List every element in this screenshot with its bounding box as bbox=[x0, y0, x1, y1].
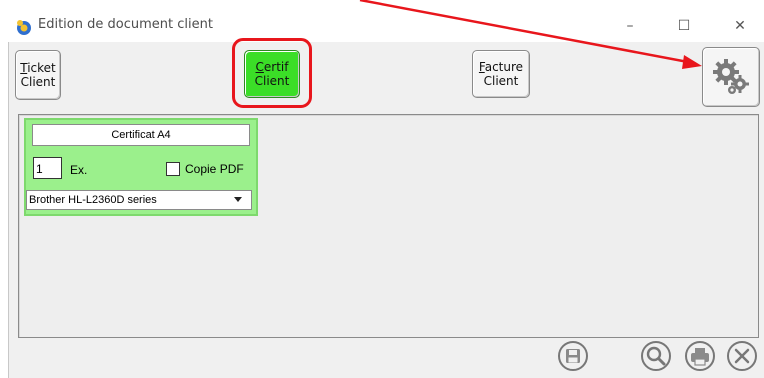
minimize-button[interactable]: – bbox=[616, 14, 644, 38]
ticket-label-line1: Ticket bbox=[20, 61, 56, 75]
copies-input[interactable]: 1 bbox=[33, 157, 62, 179]
ticket-label-line2: Client bbox=[20, 75, 56, 89]
facture-client-button[interactable]: Facture Client bbox=[472, 50, 530, 98]
close-icon: ✕ bbox=[734, 18, 746, 34]
print-button[interactable] bbox=[684, 340, 716, 372]
close-circle-button[interactable] bbox=[726, 340, 758, 372]
document-name-field[interactable]: Certificat A4 bbox=[32, 124, 250, 146]
zoom-button[interactable] bbox=[640, 340, 672, 372]
chevron-down-icon bbox=[234, 197, 242, 202]
settings-button[interactable] bbox=[702, 47, 760, 107]
copies-label: Ex. bbox=[70, 163, 88, 177]
gears-icon bbox=[713, 59, 749, 94]
save-button[interactable] bbox=[557, 340, 589, 372]
printer-select[interactable]: Brother HL-L2360D series bbox=[26, 190, 252, 210]
ticket-client-button[interactable]: Ticket Client bbox=[15, 50, 61, 100]
facture-label-line1: Facture bbox=[478, 60, 524, 74]
minimize-icon: – bbox=[626, 18, 634, 34]
facture-label-line2: Client bbox=[483, 74, 519, 88]
window-title: Edition de document client bbox=[38, 17, 213, 32]
app-icon bbox=[17, 20, 31, 35]
highlight-box bbox=[232, 38, 312, 108]
maximize-button[interactable]: ☐ bbox=[670, 14, 698, 38]
pdf-copy-label: Copie PDF bbox=[185, 162, 244, 176]
close-window-button[interactable]: ✕ bbox=[726, 14, 754, 38]
maximize-icon: ☐ bbox=[677, 18, 691, 34]
pdf-copy-checkbox[interactable] bbox=[166, 162, 180, 176]
